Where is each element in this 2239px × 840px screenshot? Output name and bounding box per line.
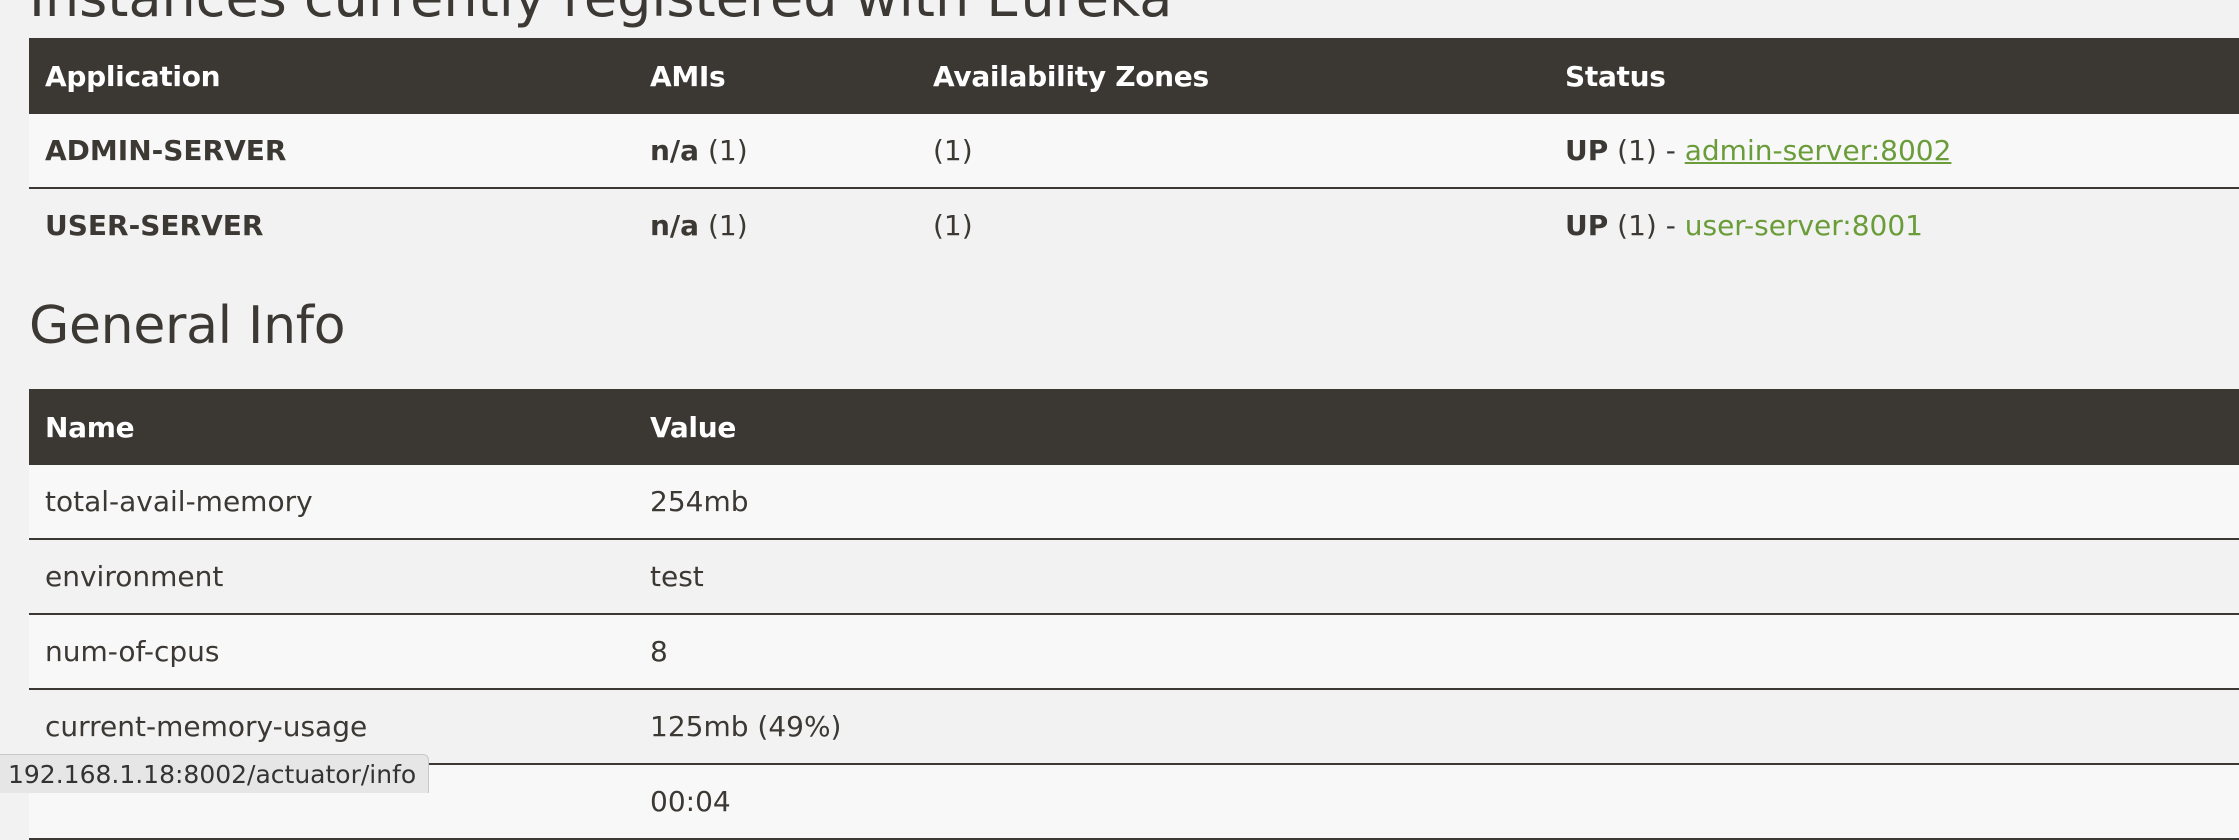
column-header-status: Status: [1549, 38, 2239, 114]
instance-link-user-server[interactable]: user-server:8001: [1685, 209, 1923, 242]
ami-cell: n/a (1): [634, 114, 917, 189]
status-cell: UP (1) - admin-server:8002: [1549, 114, 2239, 189]
table-row: num-of-cpus 8: [29, 614, 2239, 690]
zones-cell: (1): [917, 114, 1549, 189]
link-preview-status-bar: 192.168.1.18:8002/actuator/info: [0, 754, 430, 793]
ami-count: (1): [707, 134, 748, 167]
ami-value: n/a: [650, 134, 700, 167]
applications-header-row: Application AMIs Availability Zones Stat…: [29, 38, 2239, 114]
table-row: current-memory-usage 125mb (49%): [29, 689, 2239, 765]
instance-link-admin-server[interactable]: admin-server:8002: [1685, 134, 1952, 167]
table-row: USER-SERVER n/a (1) (1) UP (1) - user-se…: [29, 188, 2239, 262]
status-count: (1) -: [1617, 134, 1676, 167]
column-header-name: Name: [29, 389, 634, 465]
column-header-availability-zones: Availability Zones: [917, 38, 1549, 114]
application-name: USER-SERVER: [29, 188, 634, 262]
ami-count: (1): [707, 209, 748, 242]
table-row: ADMIN-SERVER n/a (1) (1) UP (1) - admin-…: [29, 114, 2239, 189]
general-info-header-row: Name Value: [29, 389, 2239, 465]
status-value: UP: [1565, 134, 1609, 167]
status-value: UP: [1565, 209, 1609, 242]
info-value: 8: [634, 614, 2239, 690]
status-count: (1) -: [1617, 209, 1676, 242]
instances-heading: Instances currently registered with Eure…: [29, 0, 1172, 29]
application-name: ADMIN-SERVER: [29, 114, 634, 189]
general-info-title: General Info: [29, 296, 346, 356]
info-name: num-of-cpus: [29, 614, 634, 690]
applications-table: Application AMIs Availability Zones Stat…: [29, 38, 2239, 262]
info-value: 00:04: [634, 764, 2239, 840]
table-row: environment test: [29, 539, 2239, 615]
info-name: current-memory-usage: [29, 689, 634, 765]
table-row: total-avail-memory 254mb: [29, 465, 2239, 540]
info-name: environment: [29, 539, 634, 615]
column-header-amis: AMIs: [634, 38, 917, 114]
ami-cell: n/a (1): [634, 188, 917, 262]
column-header-value: Value: [634, 389, 2239, 465]
zones-cell: (1): [917, 188, 1549, 262]
info-value: 125mb (49%): [634, 689, 2239, 765]
info-value: test: [634, 539, 2239, 615]
info-name: total-avail-memory: [29, 465, 634, 540]
ami-value: n/a: [650, 209, 700, 242]
column-header-application: Application: [29, 38, 634, 114]
status-cell: UP (1) - user-server:8001: [1549, 188, 2239, 262]
info-value: 254mb: [634, 465, 2239, 540]
